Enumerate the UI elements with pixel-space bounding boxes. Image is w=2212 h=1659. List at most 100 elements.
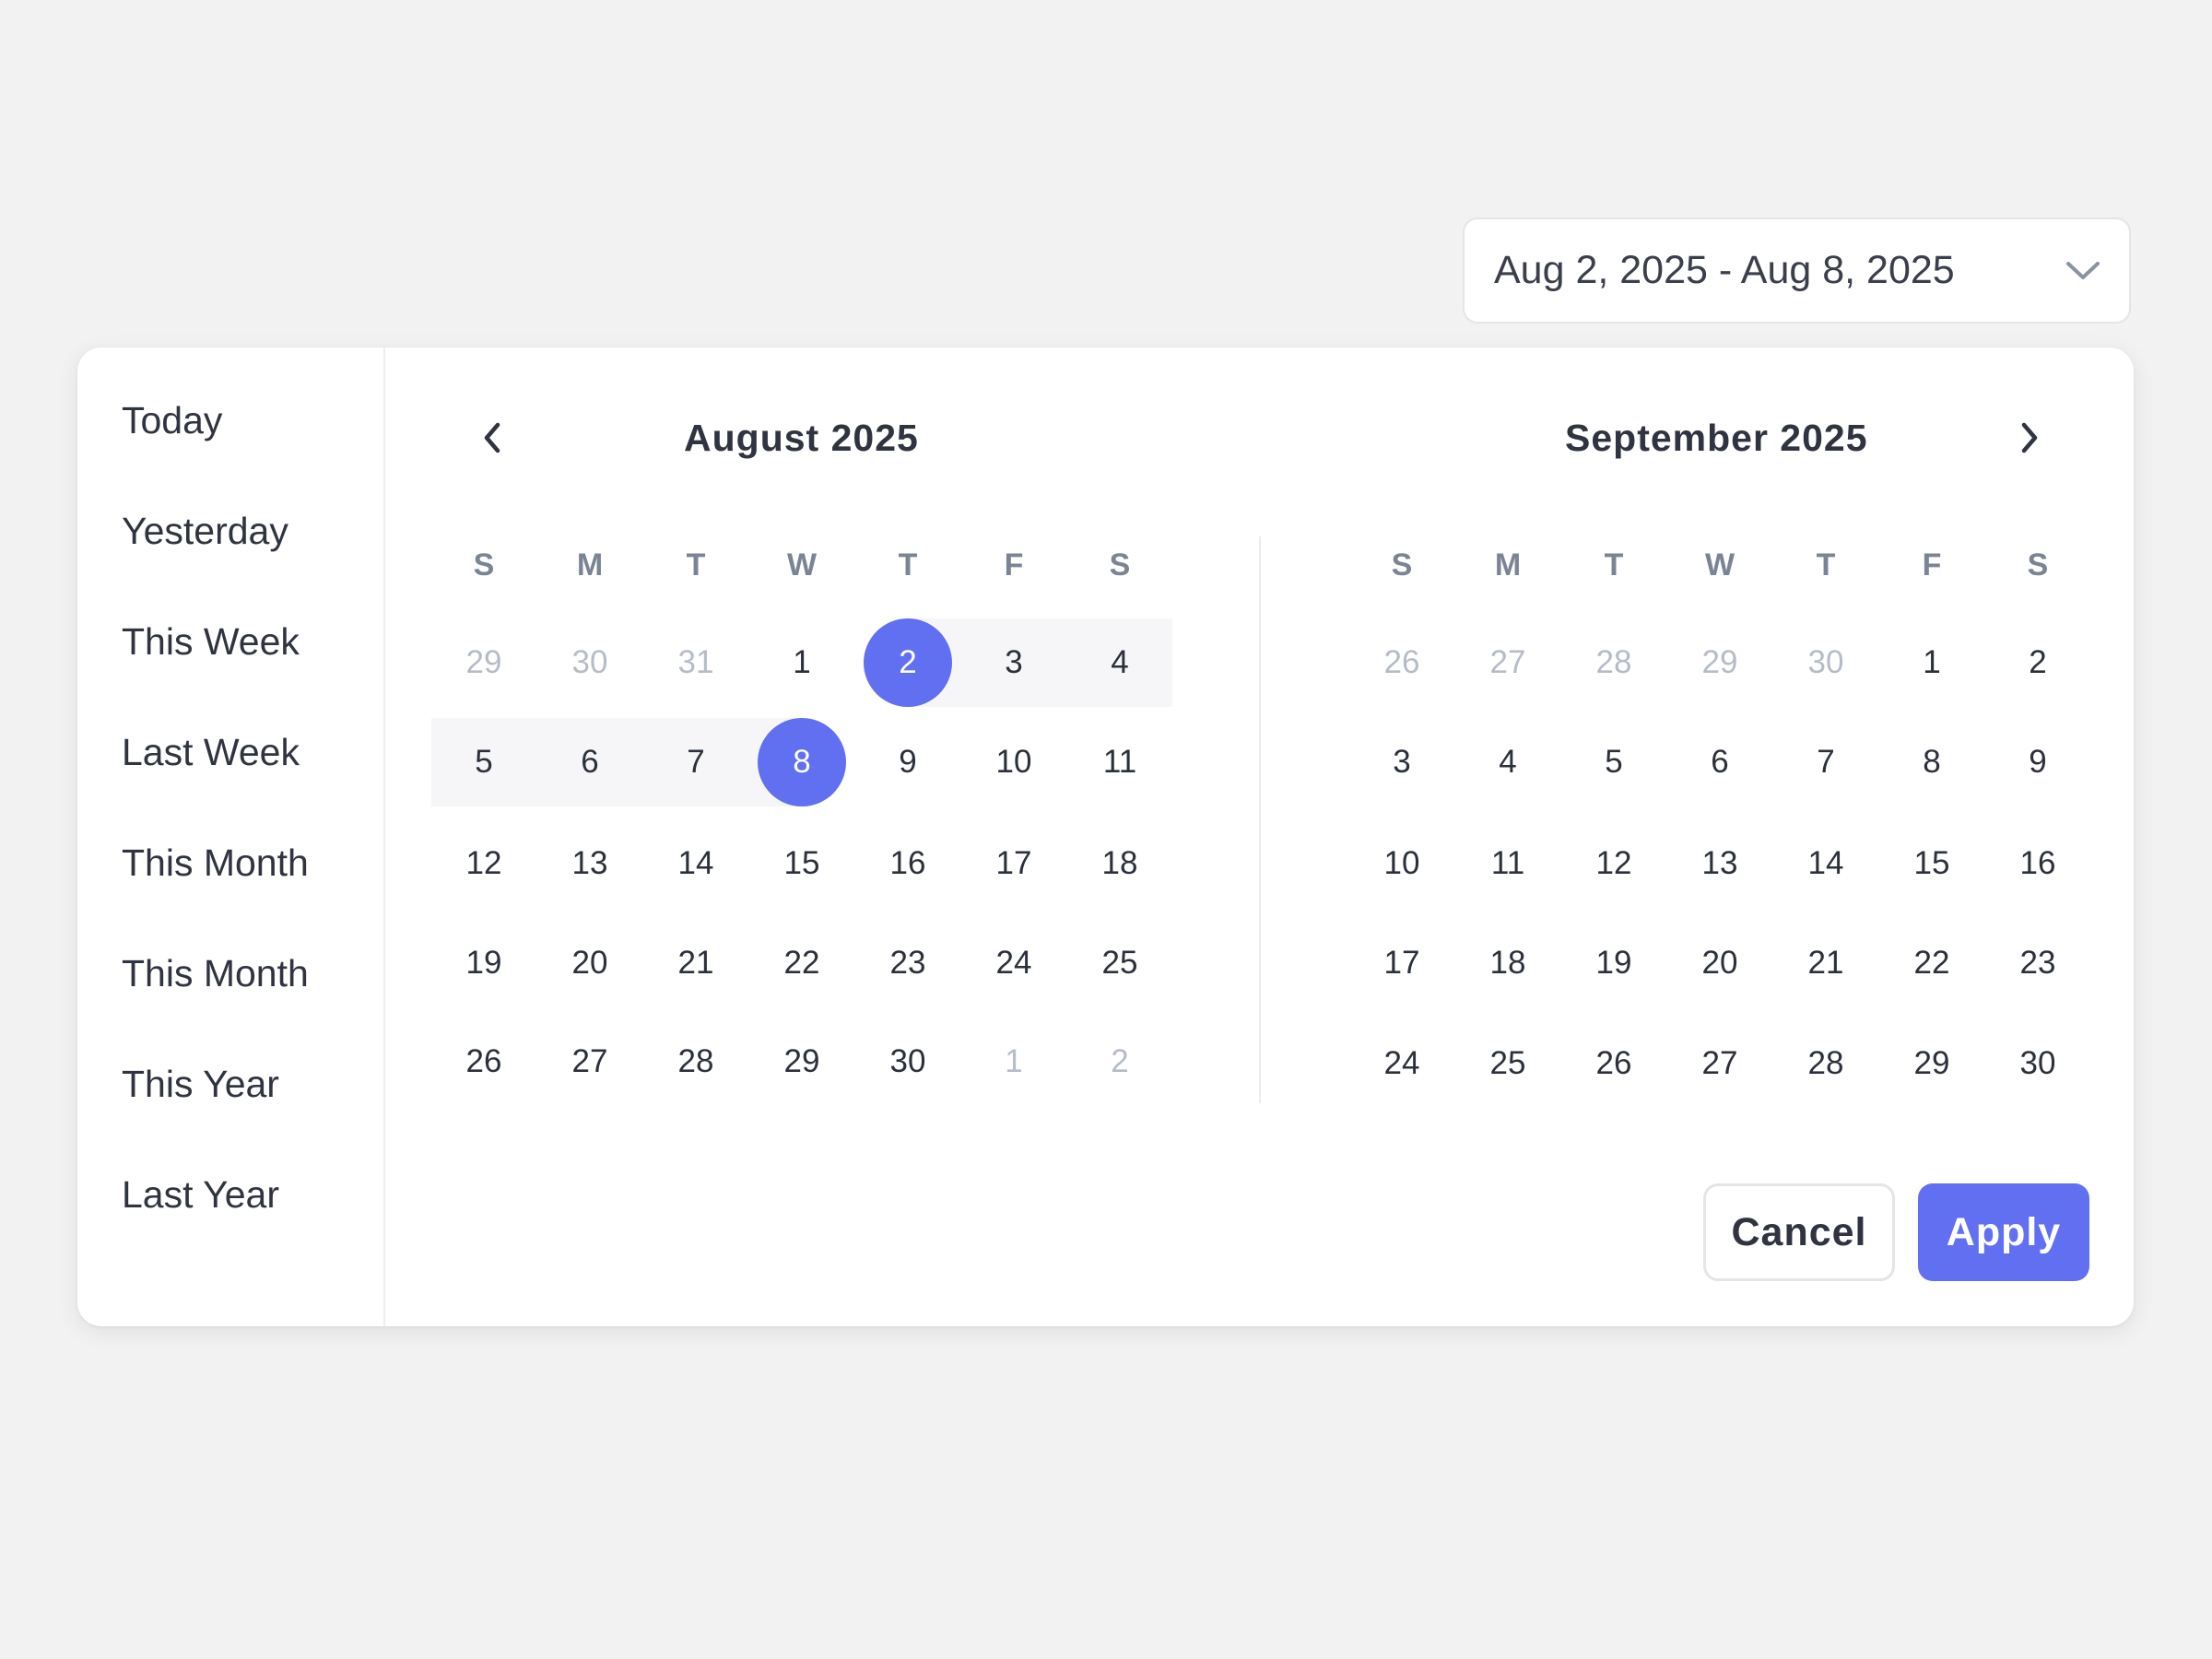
day-cell[interactable]: 21 (652, 919, 740, 1007)
month-title-september: September 2025 (1565, 417, 1868, 459)
cancel-button[interactable]: Cancel (1703, 1183, 1895, 1281)
day-cell[interactable]: 11 (1076, 718, 1164, 806)
day-cell[interactable]: 18 (1076, 819, 1164, 908)
day-cell[interactable]: 28 (652, 1018, 740, 1106)
day-cell[interactable]: 20 (546, 919, 634, 1007)
day-cell[interactable]: 23 (1994, 919, 2082, 1007)
day-cell[interactable]: 13 (546, 819, 634, 908)
day-cell[interactable]: 3 (970, 618, 1058, 707)
day-cell[interactable]: 28 (1782, 1019, 1870, 1108)
weekday-header: S (473, 547, 495, 582)
day-cell-outside-month[interactable]: 29 (1676, 618, 1764, 707)
day-cell-outside-month[interactable]: 31 (652, 618, 740, 707)
day-cell[interactable]: 5 (440, 718, 528, 806)
day-cell[interactable]: 26 (1570, 1019, 1658, 1108)
day-cell[interactable]: 16 (864, 819, 952, 908)
preset-yesterday[interactable]: Yesterday (122, 508, 288, 554)
day-cell[interactable]: 11 (1464, 819, 1552, 908)
day-cell-outside-month[interactable]: 30 (1782, 618, 1870, 707)
day-cell-selected[interactable]: 2 (864, 618, 952, 707)
weekday-header: T (1816, 547, 1836, 582)
day-cell[interactable]: 4 (1464, 718, 1552, 806)
day-cell[interactable]: 9 (1994, 718, 2082, 806)
day-cell[interactable]: 15 (1888, 819, 1976, 908)
chevron-left-icon (484, 422, 500, 453)
preset-list: Today Yesterday This Week Last Week This… (77, 347, 385, 1326)
preset-last-year[interactable]: Last Year (122, 1171, 279, 1218)
day-cell[interactable]: 1 (758, 618, 846, 707)
apply-button[interactable]: Apply (1918, 1183, 2089, 1281)
date-range-input[interactable]: Aug 2, 2025 - Aug 8, 2025 (1463, 218, 2131, 324)
day-cell[interactable]: 1 (1888, 618, 1976, 707)
day-cell[interactable]: 5 (1570, 718, 1658, 806)
day-cell-selected[interactable]: 8 (758, 718, 846, 806)
day-cell[interactable]: 9 (864, 718, 952, 806)
chevron-right-icon (2021, 422, 2038, 453)
day-cell[interactable]: 13 (1676, 819, 1764, 908)
day-cell[interactable]: 7 (1782, 718, 1870, 806)
day-cell[interactable]: 22 (1888, 919, 1976, 1007)
day-cell[interactable]: 6 (546, 718, 634, 806)
day-cell[interactable]: 18 (1464, 919, 1552, 1007)
prev-month-button[interactable] (466, 412, 518, 464)
day-cell[interactable]: 25 (1076, 919, 1164, 1007)
preset-this-week[interactable]: This Week (122, 618, 300, 665)
next-month-button[interactable] (2004, 412, 2055, 464)
weekday-header: F (1922, 547, 1942, 582)
day-cell[interactable]: 10 (970, 718, 1058, 806)
day-cell[interactable]: 3 (1358, 718, 1446, 806)
day-cell[interactable]: 14 (652, 819, 740, 908)
preset-this-month[interactable]: This Month (122, 840, 309, 886)
preset-this-month-2[interactable]: This Month (122, 950, 309, 996)
day-cell-outside-month[interactable]: 1 (970, 1018, 1058, 1106)
day-cell-outside-month[interactable]: 30 (546, 618, 634, 707)
day-cell[interactable]: 15 (758, 819, 846, 908)
day-cell[interactable]: 6 (1676, 718, 1764, 806)
day-cell[interactable]: 4 (1076, 618, 1164, 707)
day-cell[interactable]: 14 (1782, 819, 1870, 908)
day-cell[interactable]: 30 (864, 1018, 952, 1106)
day-cell[interactable]: 2 (1994, 618, 2082, 707)
day-cell[interactable]: 24 (1358, 1019, 1446, 1108)
day-cell[interactable]: 17 (970, 819, 1058, 908)
day-cell[interactable]: 27 (546, 1018, 634, 1106)
day-cell[interactable]: 8 (1888, 718, 1976, 806)
day-cell[interactable]: 7 (652, 718, 740, 806)
weekday-header: W (786, 547, 818, 582)
day-cell-outside-month[interactable]: 2 (1076, 1018, 1164, 1106)
day-cell[interactable]: 10 (1358, 819, 1446, 908)
preset-today[interactable]: Today (122, 397, 222, 443)
date-picker-panel: Today Yesterday This Week Last Week This… (77, 347, 2134, 1326)
day-cell[interactable]: 21 (1782, 919, 1870, 1007)
day-cell[interactable]: 27 (1676, 1019, 1764, 1108)
preset-this-year[interactable]: This Year (122, 1061, 279, 1107)
calendar-divider (1259, 536, 1261, 1103)
date-range-value: Aug 2, 2025 - Aug 8, 2025 (1494, 248, 1955, 292)
day-cell[interactable]: 17 (1358, 919, 1446, 1007)
day-cell[interactable]: 12 (440, 819, 528, 908)
month-title-august: August 2025 (684, 417, 919, 459)
day-cell[interactable]: 19 (440, 919, 528, 1007)
weekday-header: M (1494, 547, 1522, 582)
day-cell[interactable]: 12 (1570, 819, 1658, 908)
preset-last-week[interactable]: Last Week (122, 729, 300, 775)
day-cell[interactable]: 26 (440, 1018, 528, 1106)
day-cell[interactable]: 30 (1994, 1019, 2082, 1108)
day-cell[interactable]: 16 (1994, 819, 2082, 908)
day-cell[interactable]: 23 (864, 919, 952, 1007)
day-cell-outside-month[interactable]: 29 (440, 618, 528, 707)
day-cell[interactable]: 19 (1570, 919, 1658, 1007)
day-cell-outside-month[interactable]: 28 (1570, 618, 1658, 707)
chevron-down-icon (2066, 261, 2100, 279)
day-cell[interactable]: 29 (758, 1018, 846, 1106)
weekday-header: S (1109, 547, 1131, 582)
day-cell[interactable]: 24 (970, 919, 1058, 1007)
day-cell-outside-month[interactable]: 26 (1358, 618, 1446, 707)
day-cell[interactable]: 25 (1464, 1019, 1552, 1108)
day-cell-outside-month[interactable]: 27 (1464, 618, 1552, 707)
weekday-header: T (898, 547, 918, 582)
weekday-header: T (686, 547, 706, 582)
day-cell[interactable]: 22 (758, 919, 846, 1007)
day-cell[interactable]: 29 (1888, 1019, 1976, 1108)
day-cell[interactable]: 20 (1676, 919, 1764, 1007)
